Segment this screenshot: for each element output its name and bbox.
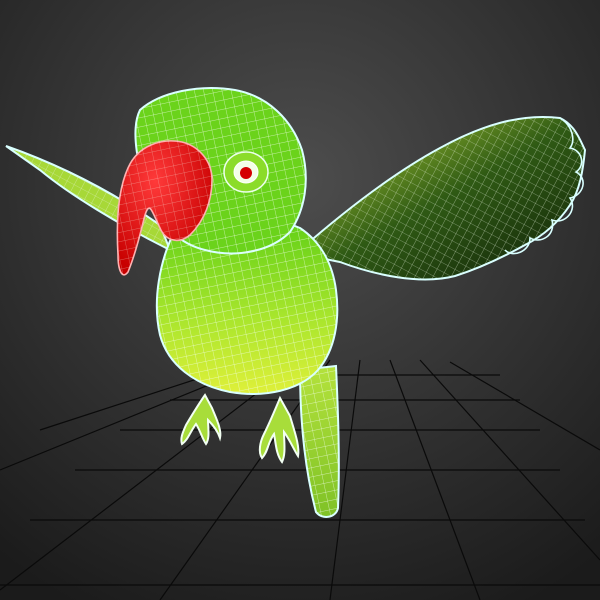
viewport-canvas [0,0,600,600]
parrot-eye [223,151,269,193]
3d-viewport[interactable] [0,0,600,600]
